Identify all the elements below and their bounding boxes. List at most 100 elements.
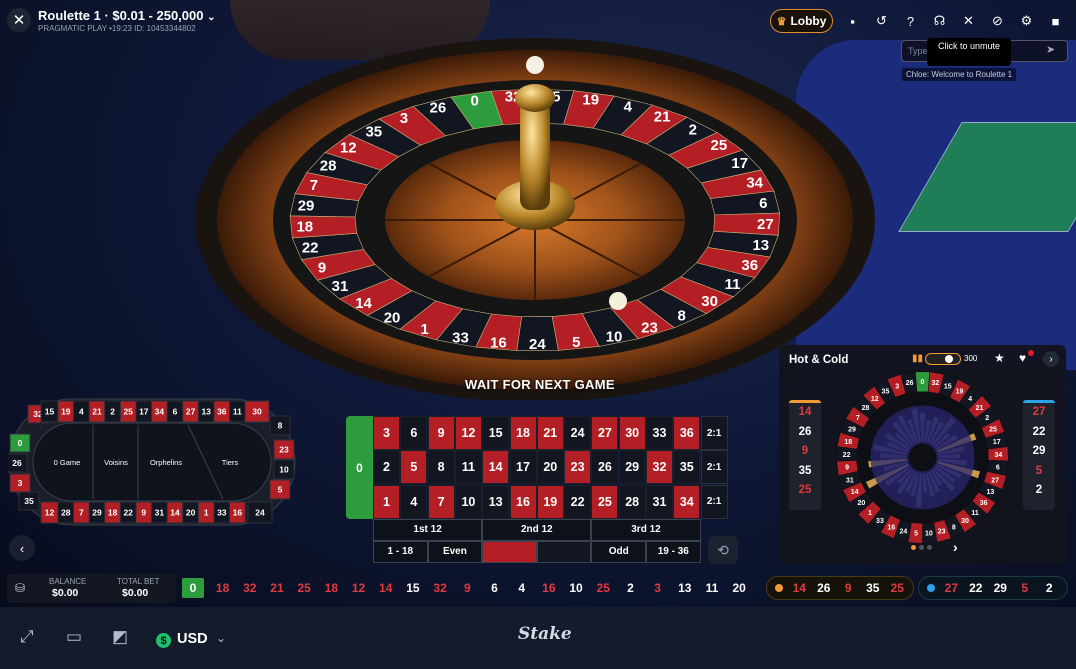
- bet-cell-3[interactable]: 3: [373, 416, 400, 450]
- brand-logo: Stake: [518, 624, 572, 644]
- bet-cell-23[interactable]: 23: [564, 450, 592, 485]
- panel-next-arrow-icon[interactable]: ›: [953, 539, 958, 555]
- odd-bet[interactable]: Odd: [591, 540, 646, 563]
- bet-cell-11[interactable]: 11: [454, 450, 482, 485]
- bet-cell-34[interactable]: 34: [673, 484, 701, 519]
- hc-number[interactable]: 9: [789, 442, 821, 462]
- help-icon[interactable]: ?: [898, 9, 923, 33]
- low-bet[interactable]: 1 - 18: [373, 540, 428, 563]
- bet-cell-6[interactable]: 6: [400, 416, 428, 450]
- hc-wheel-number: 31: [846, 477, 854, 484]
- bet-cell-9[interactable]: 9: [427, 416, 455, 450]
- bet-cell-29[interactable]: 29: [618, 450, 646, 485]
- bet-cell-2[interactable]: 2: [373, 450, 400, 485]
- wheel-number: 7: [310, 177, 318, 194]
- send-icon[interactable]: ➤: [1046, 43, 1055, 56]
- racetrack-section-zero-game[interactable]: 0 Game: [54, 458, 81, 467]
- rounds-slider[interactable]: [925, 353, 961, 365]
- game-title[interactable]: Roulette 1 · $0.01 - 250,000 ⌄: [38, 8, 216, 23]
- dozen-bet-1[interactable]: 1st 12: [373, 518, 483, 541]
- stats-chart-icon[interactable]: ◩: [112, 627, 128, 647]
- racetrack-number: 8: [278, 421, 283, 431]
- back-arrow-button[interactable]: ‹: [9, 535, 35, 561]
- panel-next-icon[interactable]: ›: [1043, 351, 1059, 367]
- bet-cell-14[interactable]: 14: [482, 450, 510, 485]
- pagination-dot[interactable]: [919, 545, 924, 550]
- history-icon[interactable]: ↺: [869, 9, 894, 33]
- even-bet[interactable]: Even: [427, 540, 483, 563]
- bet-cell-31[interactable]: 31: [646, 484, 673, 519]
- red-bet[interactable]: [482, 540, 537, 563]
- hc-number[interactable]: 5: [1023, 462, 1055, 482]
- racetrack-bet-board[interactable]: 19 4 21 2 25 17 34 6 27 13 36 1128 7 29 18 22 9 31 14 20 1 33…: [8, 398, 296, 526]
- currency-selector[interactable]: USD: [177, 631, 208, 647]
- high-bet[interactable]: 19 - 36: [646, 540, 701, 563]
- black-bet[interactable]: [536, 540, 592, 563]
- undo-button[interactable]: ⟲: [708, 536, 738, 564]
- settings-icon[interactable]: ⚙: [1014, 9, 1039, 33]
- hc-number[interactable]: 35: [789, 462, 821, 482]
- pagination-dot[interactable]: [927, 545, 932, 550]
- pagination-dot[interactable]: [911, 545, 916, 550]
- bet-cell-19[interactable]: 19: [536, 484, 564, 519]
- bet-cell-27[interactable]: 27: [591, 416, 619, 450]
- hc-number[interactable]: 2: [1023, 481, 1055, 501]
- bet-cell-13[interactable]: 13: [482, 484, 510, 519]
- hc-number[interactable]: 22: [1023, 423, 1055, 443]
- chat-icon[interactable]: ▪: [840, 9, 865, 33]
- bet-cell-30[interactable]: 30: [618, 416, 646, 450]
- wheel-number: 35: [365, 123, 382, 140]
- dozen-bet-3[interactable]: 3rd 12: [591, 518, 701, 541]
- mute-icon[interactable]: ✕: [956, 9, 981, 33]
- currency-icon[interactable]: $: [156, 633, 171, 648]
- theater-mode-icon[interactable]: ▭: [66, 627, 82, 647]
- racetrack-section-tiers[interactable]: Tiers: [222, 458, 239, 467]
- racetrack-section-orphelins[interactable]: Orphelins: [150, 458, 182, 467]
- lobby-button[interactable]: ♛ Lobby: [770, 9, 833, 33]
- bet-cell-22[interactable]: 22: [564, 484, 592, 519]
- bet-cell-10[interactable]: 10: [454, 484, 482, 519]
- fullscreen-icon[interactable]: ⤢: [20, 627, 34, 647]
- bet-cell-25[interactable]: 25: [591, 484, 619, 519]
- support-icon[interactable]: ☊: [927, 9, 952, 33]
- dozen-bet-2[interactable]: 2nd 12: [482, 518, 592, 541]
- chevron-down-icon[interactable]: ⌄: [216, 631, 226, 645]
- close-button[interactable]: ✕: [7, 8, 31, 32]
- column-bet-1[interactable]: 2:1: [700, 416, 728, 450]
- hc-number[interactable]: 14: [789, 403, 821, 423]
- camera-icon[interactable]: ■: [1043, 9, 1068, 33]
- favorite-star-icon[interactable]: ★: [994, 351, 1005, 365]
- bet-cell-17[interactable]: 17: [509, 450, 537, 485]
- hc-number[interactable]: 25: [789, 481, 821, 501]
- bet-cell-18[interactable]: 18: [509, 416, 537, 450]
- bet-cell-16[interactable]: 16: [509, 484, 537, 519]
- bet-cell-33[interactable]: 33: [646, 416, 673, 450]
- bet-cell-15[interactable]: 15: [482, 416, 510, 450]
- bet-cell-20[interactable]: 20: [536, 450, 564, 485]
- bet-cell-24[interactable]: 24: [564, 416, 592, 450]
- bet-cell-4[interactable]: 4: [400, 484, 428, 519]
- bet-cell-21[interactable]: 21: [536, 416, 564, 450]
- column-bet-3[interactable]: 2:1: [700, 484, 728, 519]
- bet-cell-5[interactable]: 5: [400, 450, 428, 485]
- bet-cell-26[interactable]: 26: [591, 450, 619, 485]
- hc-number[interactable]: 29: [1023, 442, 1055, 462]
- bet-cell-zero[interactable]: 0: [346, 416, 373, 519]
- column-bet-2[interactable]: 2:1: [700, 450, 728, 485]
- racetrack-section-voisins[interactable]: Voisins: [104, 458, 128, 467]
- bet-cell-12[interactable]: 12: [454, 416, 482, 450]
- hc-number[interactable]: 26: [789, 423, 821, 443]
- hc-number[interactable]: 27: [1023, 403, 1055, 423]
- bet-cell-7[interactable]: 7: [427, 484, 455, 519]
- bet-cell-8[interactable]: 8: [427, 450, 455, 485]
- video-off-icon[interactable]: ⊘: [985, 9, 1010, 33]
- heart-icon[interactable]: ♥: [1019, 350, 1034, 365]
- bet-cell-35[interactable]: 35: [673, 450, 701, 485]
- bet-cell-1[interactable]: 1: [373, 484, 400, 519]
- wheel-number: 10: [606, 328, 623, 345]
- wheel-number: 6: [759, 195, 767, 212]
- strip-number: 26: [817, 581, 831, 595]
- bet-cell-28[interactable]: 28: [618, 484, 646, 519]
- bet-cell-36[interactable]: 36: [673, 416, 701, 450]
- bet-cell-32[interactable]: 32: [646, 450, 673, 485]
